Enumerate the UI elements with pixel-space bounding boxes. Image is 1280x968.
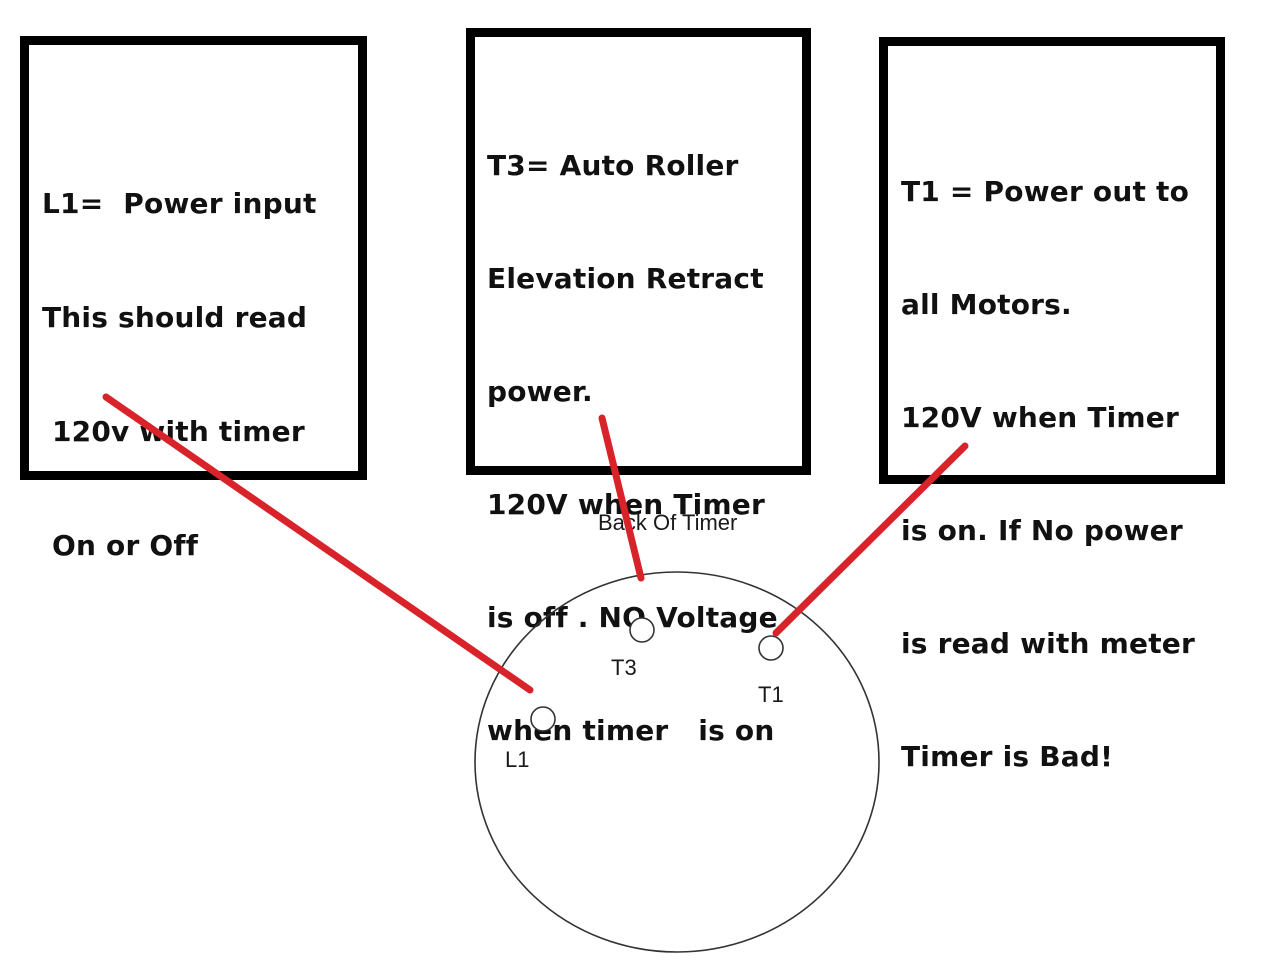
terminal-t3 bbox=[629, 617, 655, 643]
terminal-t1 bbox=[758, 635, 784, 661]
timer-title: Back Of Timer bbox=[598, 510, 737, 535]
terminal-l1 bbox=[530, 706, 556, 732]
terminal-label-l1: L1 bbox=[505, 747, 529, 772]
leader-line-l1 bbox=[102, 393, 534, 694]
terminal-label-t3: T3 bbox=[611, 655, 637, 680]
timer-body-outline bbox=[474, 571, 880, 953]
terminal-label-t1: T1 bbox=[758, 682, 784, 707]
leader-line-t3 bbox=[598, 414, 645, 582]
leader-line-t1 bbox=[772, 442, 969, 637]
timer-diagram: Back Of Timer T3 T1 L1 bbox=[102, 393, 969, 953]
